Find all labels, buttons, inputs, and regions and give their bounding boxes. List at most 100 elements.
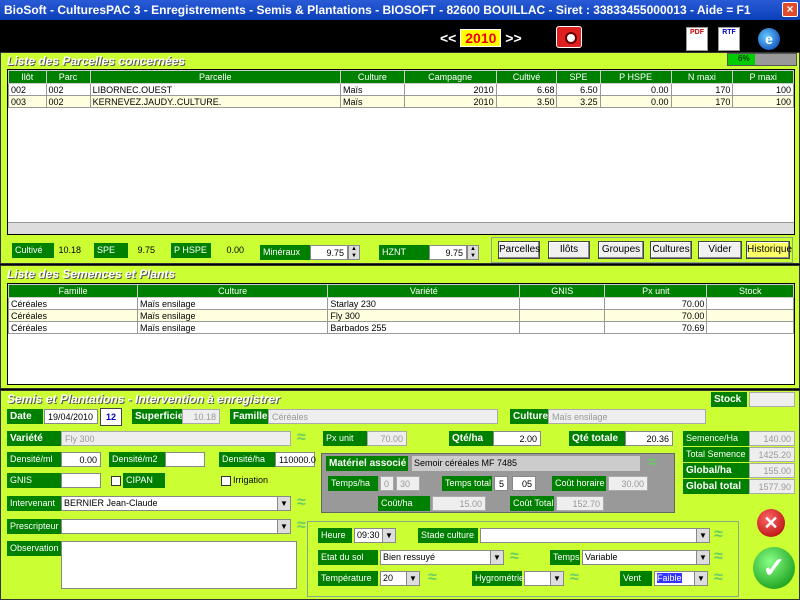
sem-header[interactable]: Famille: [8, 284, 138, 298]
parc-header[interactable]: N maxi: [670, 70, 734, 84]
sem-header[interactable]: GNIS: [519, 284, 606, 298]
qteha-input[interactable]: 2.00: [493, 431, 541, 446]
parc-header[interactable]: Campagne: [403, 70, 497, 84]
semences-title: Liste des Semences et Plants: [7, 267, 176, 281]
etat-refresh-icon[interactable]: ≈: [510, 549, 519, 565]
sem-header[interactable]: Px unit: [604, 284, 708, 298]
parc-header[interactable]: Parcelle: [89, 70, 342, 84]
tempstotal-minutes[interactable]: 05: [512, 476, 536, 491]
historique-button[interactable]: Historique: [746, 241, 792, 259]
date-input[interactable]: 19/04/2010: [44, 409, 98, 424]
irrigation-checkbox[interactable]: [221, 476, 231, 486]
table-row[interactable]: Céréales Maïs ensilage Barbados 255 70.69: [8, 321, 794, 334]
table-cell: 70.00: [604, 309, 708, 322]
chevron-down-icon: ▼: [277, 520, 290, 533]
table-cell: 100: [732, 95, 794, 108]
culture-value: Maïs ensilage: [548, 409, 706, 424]
stade-refresh-icon[interactable]: ≈: [714, 527, 723, 543]
parc-header[interactable]: P maxi: [732, 70, 794, 84]
ilots-button[interactable]: Ilôts: [548, 241, 590, 259]
hygro-select[interactable]: ▼: [524, 571, 564, 586]
etat-select[interactable]: Bien ressuyé ▼: [380, 550, 504, 565]
table-cell: 70.69: [604, 321, 708, 334]
table-cell: 70.00: [604, 297, 708, 310]
window-close-button[interactable]: ×: [782, 2, 798, 17]
vent-select[interactable]: Faible ▼: [654, 571, 708, 586]
table-cell: Fly 300: [327, 309, 521, 322]
sem-header[interactable]: Variété: [327, 284, 521, 298]
semences-table[interactable]: Famille Culture Variété GNIS Px unit Stock Cé…: [7, 283, 795, 385]
mineraux-label: Minéraux: [260, 245, 310, 260]
temps-select[interactable]: Variable ▼: [582, 550, 710, 565]
top-toolbar: [0, 20, 800, 52]
camera-icon[interactable]: [556, 26, 582, 48]
observation-label: Observation: [7, 541, 61, 556]
internet-explorer-icon[interactable]: e: [758, 28, 780, 50]
parcelles-table[interactable]: Ilôt Parc Parcelle Culture Campagne Cultivé SP…: [7, 69, 795, 235]
parc-header[interactable]: P HSPE: [599, 70, 672, 84]
table-cell: 002: [45, 95, 91, 108]
hznt-label: HZNT: [379, 245, 429, 260]
table-cell: [519, 321, 606, 334]
materiel-refresh-icon[interactable]: ≈: [648, 455, 657, 471]
mineraux-spinner[interactable]: ▲ ▼: [348, 245, 360, 260]
cultures-button[interactable]: Cultures: [650, 241, 692, 259]
table-row[interactable]: Céréales Maïs ensilage Starlay 230 70.00: [8, 297, 794, 310]
densha-input[interactable]: 110000.0: [275, 452, 316, 467]
next-year-button[interactable]: >>: [505, 30, 521, 46]
prescripteur-select[interactable]: ▼: [61, 519, 291, 534]
hznt-spinner[interactable]: ▲ ▼: [467, 245, 479, 260]
vent-refresh-icon[interactable]: ≈: [714, 570, 723, 586]
intervenant-select[interactable]: BERNIER Jean-Claude ▼: [61, 496, 291, 511]
parc-header[interactable]: Culture: [340, 70, 405, 84]
chevron-down-icon: ▼: [694, 572, 707, 585]
gnis-input[interactable]: [61, 473, 101, 488]
hygro-refresh-icon[interactable]: ≈: [570, 570, 579, 586]
variete-refresh-icon[interactable]: ≈: [297, 430, 306, 446]
temps-value: Variable: [585, 552, 618, 562]
table-row[interactable]: 002 002 LIBORNEC.OUEST Maïs 2010 6.68 6.50 0.00…: [8, 83, 794, 96]
temperature-select[interactable]: 20 ▼: [380, 571, 420, 586]
sem-header[interactable]: Culture: [136, 284, 329, 298]
validate-check-icon[interactable]: ✓: [753, 547, 795, 589]
intervenant-value: BERNIER Jean-Claude: [64, 498, 158, 508]
prev-year-button[interactable]: <<: [440, 30, 456, 46]
groupes-button[interactable]: Groupes: [598, 241, 644, 259]
stock-label: Stock: [711, 392, 747, 407]
rtf-export-icon[interactable]: RTF: [718, 27, 740, 51]
globaltotal-label: Global total: [683, 479, 749, 494]
parc-header[interactable]: Parc: [45, 70, 91, 84]
pdf-export-icon[interactable]: PDF: [686, 27, 708, 51]
densm2-input[interactable]: [165, 452, 205, 467]
parc-header[interactable]: Cultivé: [495, 70, 558, 84]
parc-header[interactable]: SPE: [556, 70, 601, 84]
qtetotale-input[interactable]: 20.36: [625, 431, 673, 446]
sem-header[interactable]: Stock: [706, 284, 794, 298]
parcelles-button[interactable]: Parcelles: [498, 241, 540, 259]
heure-select[interactable]: 09:30 ▼: [354, 528, 396, 543]
temperature-refresh-icon[interactable]: ≈: [428, 570, 437, 586]
prescripteur-refresh-icon[interactable]: ≈: [297, 518, 306, 534]
totalsem-value: 1425.20: [749, 447, 795, 462]
table-cell: 6.68: [495, 83, 558, 96]
temps-refresh-icon[interactable]: ≈: [714, 549, 723, 565]
tempsha-minutes: 30: [396, 476, 420, 491]
table-cell: 170: [670, 83, 734, 96]
intervenant-refresh-icon[interactable]: ≈: [297, 495, 306, 511]
cancel-x-icon[interactable]: ✕: [757, 509, 785, 537]
tempstotal-hours[interactable]: 5: [494, 476, 508, 491]
famille-label: Famille: [230, 409, 268, 424]
horizontal-scrollbar[interactable]: [8, 222, 794, 234]
calendar-icon[interactable]: 12: [100, 408, 122, 426]
table-row[interactable]: 003 002 KERNEVEZ.JAUDY..CULTURE. Maïs 2010 3.…: [8, 95, 794, 108]
cipan-checkbox[interactable]: [111, 476, 121, 486]
intervenant-label: Intervenant: [7, 496, 61, 511]
vider-button[interactable]: Vider: [698, 241, 742, 259]
hznt-input[interactable]: 9.75: [429, 245, 467, 260]
observation-textarea[interactable]: [61, 541, 297, 589]
parc-header[interactable]: Ilôt: [8, 70, 47, 84]
table-row[interactable]: Céréales Maïs ensilage Fly 300 70.00: [8, 309, 794, 322]
densml-input[interactable]: 0.00: [61, 452, 101, 467]
stade-select[interactable]: ▼: [480, 528, 710, 543]
mineraux-input[interactable]: 9.75: [310, 245, 348, 260]
